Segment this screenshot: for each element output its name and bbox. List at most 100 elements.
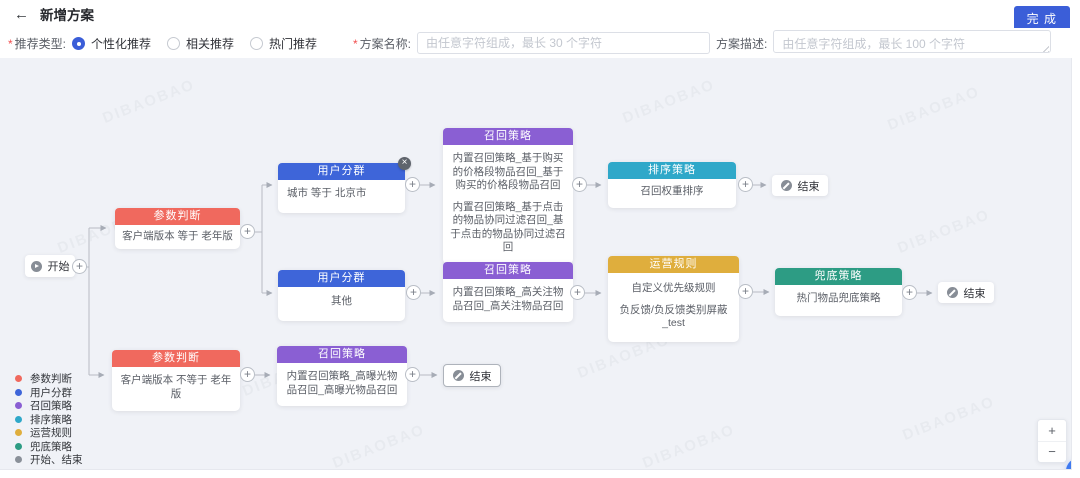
node-user-segment-1[interactable]: × 用户分群 城市 等于 北京市: [278, 163, 405, 213]
add-node-button[interactable]: +: [570, 285, 585, 300]
add-node-button[interactable]: +: [738, 177, 753, 192]
play-icon: [31, 261, 42, 272]
node-recall-3[interactable]: 召回策略 内置召回策略_高曝光物品召回_高曝光物品召回: [277, 346, 407, 406]
form-bar: *推荐类型: 个性化推荐 相关推荐 热门推荐 *方案名称: 方案描述:: [0, 28, 1080, 58]
legend-dot: [15, 416, 22, 423]
node-header: 召回策略: [443, 262, 573, 279]
required-mark: *: [8, 37, 13, 51]
radio-label[interactable]: 相关推荐: [186, 35, 234, 52]
stop-icon: [947, 287, 958, 298]
node-ops-rule[interactable]: 运营规则 自定义优先级规则 负反馈/负反馈类别屏蔽_test: [608, 256, 739, 342]
end-node-2[interactable]: 结束: [938, 282, 994, 303]
new-plan-page: ← 新增方案 完 成 *推荐类型: 个性化推荐 相关推荐 热门推荐 *方案名称:: [0, 0, 1080, 478]
node-body: 城市 等于 北京市: [278, 180, 405, 213]
add-node-button[interactable]: +: [405, 367, 420, 382]
node-header: 兜底策略: [775, 268, 902, 285]
node-condition: 其他: [284, 295, 399, 309]
plan-name-label: *方案名称:: [353, 35, 411, 52]
legend-item: 运营规则: [15, 426, 83, 440]
node-param-judge-1[interactable]: 参数判断 客户端版本 等于 老年版: [115, 208, 240, 249]
plan-desc-wrap: [773, 30, 1051, 56]
page-title: 新增方案: [40, 4, 94, 24]
node-header: 运营规则: [608, 256, 739, 273]
add-node-button[interactable]: +: [72, 259, 87, 274]
radio-personalized[interactable]: 个性化推荐: [72, 35, 151, 52]
legend-dot: [15, 389, 22, 396]
node-header: 用户分群: [278, 163, 405, 180]
required-mark: *: [353, 37, 358, 51]
node-strategy: 内置召回策略_基于购买的价格段物品召回_基于购买的价格段物品召回: [449, 152, 567, 193]
zoom-control: + −: [1037, 419, 1067, 463]
node-recall-1[interactable]: 召回策略 内置召回策略_基于购买的价格段物品召回_基于购买的价格段物品召回 内置…: [443, 128, 573, 264]
radio-unselected-icon[interactable]: [250, 37, 263, 50]
node-body: 召回权重排序: [608, 179, 736, 208]
radio-label[interactable]: 热门推荐: [269, 35, 317, 52]
node-rule: 自定义优先级规则: [614, 282, 733, 296]
node-body: 其他: [278, 287, 405, 321]
plan-name-input[interactable]: [417, 32, 710, 54]
start-node[interactable]: 开始: [25, 255, 75, 277]
radio-related[interactable]: 相关推荐: [167, 35, 234, 52]
stop-icon: [453, 370, 464, 381]
node-condition: 客户端版本 等于 老年版: [121, 230, 234, 244]
node-condition: 客户端版本 不等于 老年版: [118, 374, 234, 401]
radio-unselected-icon[interactable]: [167, 37, 180, 50]
recommend-type-group: *推荐类型: 个性化推荐 相关推荐 热门推荐: [8, 28, 333, 58]
legend-item: 用户分群: [15, 386, 83, 400]
legend-item: 兜底策略: [15, 440, 83, 454]
title-bar: ← 新增方案 完 成: [0, 0, 1080, 28]
node-strategy: 内置召回策略_高关注物品召回_高关注物品召回: [449, 286, 567, 313]
start-node-label: 开始: [48, 258, 70, 274]
flow-canvas[interactable]: DIBAOBAO DIBAOBAO DIBAOBAO DIBAOBAO DIBA…: [0, 58, 1072, 470]
node-header: 用户分群: [278, 270, 405, 287]
node-header: 参数判断: [112, 350, 240, 367]
plan-name-group: *方案名称:: [353, 28, 710, 58]
radio-hot[interactable]: 热门推荐: [250, 35, 317, 52]
node-strategy: 热门物品兜底策略: [781, 292, 896, 306]
add-node-button[interactable]: +: [240, 224, 255, 239]
recommend-type-label: *推荐类型:: [8, 35, 66, 52]
zoom-out-button[interactable]: −: [1038, 441, 1066, 462]
node-recall-2[interactable]: 召回策略 内置召回策略_高关注物品召回_高关注物品召回: [443, 262, 573, 322]
end-node-1[interactable]: 结束: [772, 175, 828, 196]
node-body: 内置召回策略_基于购买的价格段物品召回_基于购买的价格段物品召回 内置召回策略_…: [443, 145, 573, 264]
node-body: 热门物品兜底策略: [775, 285, 902, 316]
legend-dot: [15, 456, 22, 463]
radio-label[interactable]: 个性化推荐: [91, 35, 151, 52]
add-node-button[interactable]: +: [406, 285, 421, 300]
node-body: 客户端版本 等于 老年版: [115, 225, 240, 249]
recommend-type-label-text: 推荐类型:: [15, 37, 66, 51]
add-node-button[interactable]: +: [902, 285, 917, 300]
node-condition: 城市 等于 北京市: [287, 187, 399, 201]
legend-item: 排序策略: [15, 413, 83, 427]
node-strategy: 内置召回策略_基于点击的物品协同过滤召回_基于点击的物品协同过滤召回: [449, 201, 567, 255]
back-icon[interactable]: ←: [14, 7, 29, 22]
add-node-button[interactable]: +: [738, 284, 753, 299]
add-node-button[interactable]: +: [572, 177, 587, 192]
radio-selected-icon[interactable]: [72, 37, 85, 50]
end-node-label: 结束: [470, 368, 492, 384]
add-node-button[interactable]: +: [240, 367, 255, 382]
plan-desc-textarea[interactable]: [773, 30, 1051, 53]
node-strategy: 内置召回策略_高曝光物品召回_高曝光物品召回: [283, 370, 401, 397]
plan-desc-label: 方案描述:: [716, 35, 767, 52]
node-body: 内置召回策略_高曝光物品召回_高曝光物品召回: [277, 363, 407, 406]
plan-name-label-text: 方案名称:: [360, 37, 411, 51]
delete-node-button[interactable]: ×: [398, 157, 411, 170]
end-node-3[interactable]: 结束: [443, 364, 501, 387]
stop-icon: [781, 180, 792, 191]
node-fallback-strategy[interactable]: 兜底策略 热门物品兜底策略: [775, 268, 902, 316]
node-type-legend: 参数判断 用户分群 召回策略 排序策略 运营规则 兜底策略 开始、结束: [15, 372, 83, 467]
legend-dot: [15, 375, 22, 382]
node-strategy: 召回权重排序: [614, 185, 730, 199]
node-body: 自定义优先级规则 负反馈/负反馈类别屏蔽_test: [608, 273, 739, 342]
node-sort-strategy[interactable]: 排序策略 召回权重排序: [608, 162, 736, 208]
legend-dot: [15, 443, 22, 450]
zoom-in-button[interactable]: +: [1038, 420, 1066, 441]
end-node-label: 结束: [798, 178, 820, 194]
add-node-button[interactable]: +: [405, 177, 420, 192]
node-param-judge-2[interactable]: 参数判断 客户端版本 不等于 老年版: [112, 350, 240, 411]
legend-item: 召回策略: [15, 399, 83, 413]
node-user-segment-2[interactable]: 用户分群 其他: [278, 270, 405, 321]
node-header: 排序策略: [608, 162, 736, 179]
